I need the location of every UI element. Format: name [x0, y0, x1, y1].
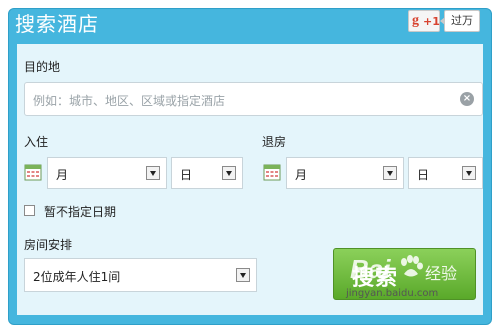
rooms-select[interactable]: 2位成年人住1间	[24, 258, 257, 292]
panel-title: 搜索酒店	[15, 12, 99, 36]
chevron-down-icon	[222, 166, 236, 180]
checkin-month-value: 月	[56, 168, 69, 182]
rooms-value: 2位成年人住1间	[33, 270, 121, 284]
checkout-month-value: 月	[295, 168, 308, 182]
checkin-day-select[interactable]: 日	[171, 157, 243, 189]
chevron-down-icon	[383, 166, 397, 180]
checkout-label: 退房	[262, 135, 287, 149]
destination-placeholder: 例如：城市、地区、区域或指定酒店	[33, 94, 226, 108]
clear-icon[interactable]: ×	[460, 92, 474, 106]
plus-one-label: +1	[423, 15, 440, 28]
rooms-label: 房间安排	[24, 238, 73, 252]
chevron-down-icon	[146, 166, 160, 180]
calendar-icon[interactable]	[24, 163, 42, 181]
checkout-day-select[interactable]: 日	[408, 157, 483, 189]
checkin-month-select[interactable]: 月	[47, 157, 167, 189]
flexible-dates-label: 暂不指定日期	[44, 205, 117, 219]
checkin-day-value: 日	[180, 168, 193, 182]
calendar-icon[interactable]	[263, 163, 281, 181]
checkin-label: 入住	[24, 135, 49, 149]
search-button[interactable]: 搜索	[333, 248, 476, 300]
chevron-down-icon	[236, 268, 250, 282]
destination-label: 目的地	[24, 60, 61, 74]
search-button-label: 搜索	[352, 266, 399, 291]
checkout-month-select[interactable]: 月	[286, 157, 404, 189]
destination-input[interactable]: 例如：城市、地区、区域或指定酒店 ×	[24, 82, 483, 116]
plus-one-count: 过万	[440, 10, 480, 32]
chevron-down-icon	[462, 166, 476, 180]
checkout-day-value: 日	[417, 168, 430, 182]
flexible-dates-checkbox[interactable]	[24, 205, 35, 216]
google-plus-one-button[interactable]: g +1	[408, 10, 440, 32]
